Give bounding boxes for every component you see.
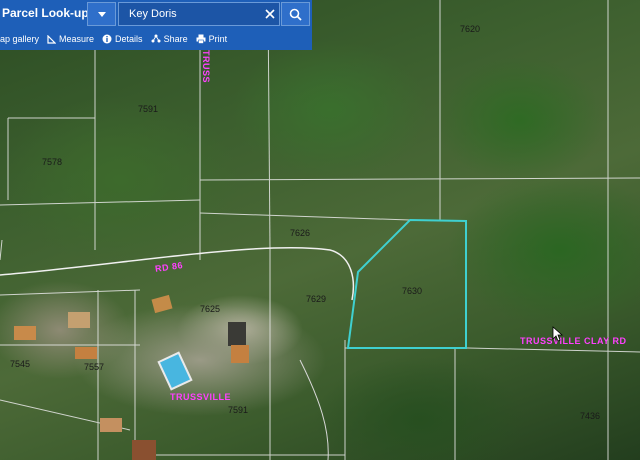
selected-parcel-boundary (346, 218, 467, 349)
swimming-pool (157, 351, 193, 391)
building (68, 312, 90, 328)
parcel-number: 7625 (200, 304, 221, 314)
parcel-lines-overlay (0, 0, 640, 460)
parcel-number: 7630 (402, 286, 423, 296)
road-label: TRUSSVILLE CLAY RD (520, 336, 627, 346)
parcel-number: 7591 (228, 405, 249, 415)
info-icon (102, 34, 112, 44)
search-input[interactable]: Key Doris (118, 2, 280, 26)
search-button[interactable] (281, 2, 310, 26)
building (151, 294, 173, 314)
building (14, 326, 36, 340)
parcel-lookup-panel: Parcel Look-up Key Doris ap gallery Meas… (0, 0, 312, 50)
map-gallery-button[interactable]: ap gallery (0, 34, 39, 44)
search-type-dropdown[interactable] (87, 2, 116, 26)
parcel-number: 7557 (84, 362, 105, 372)
print-button[interactable]: Print (196, 34, 228, 44)
chevron-down-icon (97, 11, 106, 17)
search-icon (289, 8, 302, 21)
details-label: Details (115, 34, 143, 44)
details-button[interactable]: Details (102, 34, 143, 44)
building (228, 322, 246, 346)
panel-toolbar: ap gallery Measure Details Share Print (0, 30, 312, 48)
aerial-map[interactable]: 7620 7591 7578 7626 7625 7629 7630 7545 … (0, 0, 640, 460)
road-label: TRUSSVILLE (170, 392, 232, 402)
parcel-number: 7578 (42, 157, 63, 167)
map-gallery-label: ap gallery (0, 34, 40, 44)
building (100, 418, 122, 432)
panel-title: Parcel Look-up (2, 6, 89, 20)
share-button[interactable]: Share (151, 34, 188, 44)
close-icon (265, 9, 275, 19)
print-label: Print (208, 34, 228, 44)
clear-search-button[interactable] (260, 2, 280, 26)
road-centerline (0, 246, 355, 301)
parcel-number: 7545 (10, 359, 31, 369)
parcel-number: 7629 (306, 294, 327, 304)
mouse-cursor-icon (552, 326, 564, 342)
parcel-number: 7591 (138, 104, 159, 114)
measure-button[interactable]: Measure (47, 34, 94, 44)
building (75, 347, 97, 359)
parcel-line (0, 199, 201, 206)
share-icon (151, 34, 161, 43)
parcel-number: 7626 (290, 228, 311, 238)
building (231, 345, 249, 363)
print-icon (196, 34, 206, 44)
share-label: Share (163, 34, 188, 44)
measure-label: Measure (59, 34, 95, 44)
building (132, 440, 156, 460)
measure-icon (47, 34, 57, 44)
parcel-number: 7436 (580, 411, 601, 421)
parcel-number: 7620 (460, 24, 481, 34)
road-label: TRUSS (201, 50, 211, 84)
